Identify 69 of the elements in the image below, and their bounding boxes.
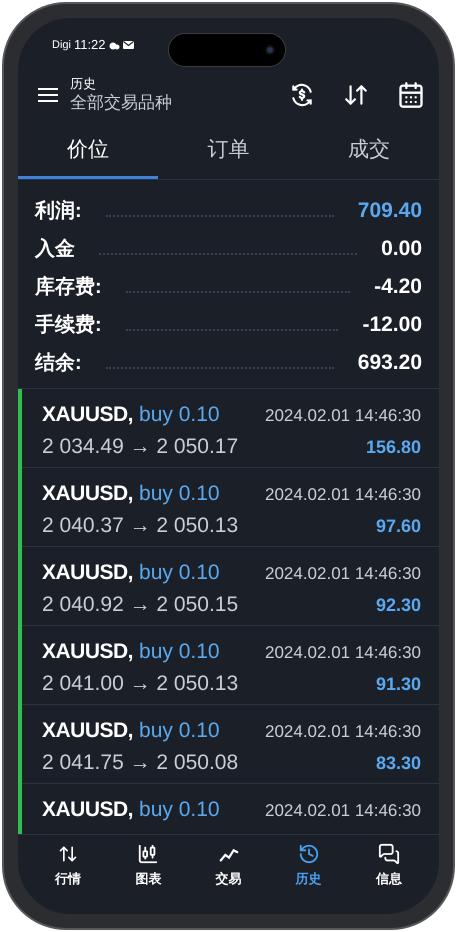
- deal-profit: 91.30: [376, 672, 421, 696]
- summary-label: 入金: [35, 237, 75, 262]
- deal-row[interactable]: XAUUSD, buy 0.10 2024.02.01 14:46:30 2 041.00 → 2 050.13 91.30: [22, 626, 439, 705]
- deal-symbol: XAUUSD,: [42, 402, 134, 428]
- nav-tab[interactable]: 历史: [268, 843, 349, 888]
- mail-icon: [122, 41, 134, 49]
- header-subtitle: 全部交易品种: [70, 92, 173, 114]
- history-icon: [298, 843, 320, 865]
- deal-symbol: XAUUSD,: [42, 639, 134, 665]
- deal-side: buy 0.10: [139, 797, 221, 823]
- deal-row[interactable]: XAUUSD, buy 0.10 2024.02.01 14:46:30: [22, 784, 439, 834]
- sort-button[interactable]: [343, 82, 369, 108]
- menu-button[interactable]: [38, 87, 58, 103]
- arrows-icon: [58, 844, 78, 864]
- summary-label: 结余:: [35, 351, 82, 376]
- deal-prices: 2 041.00 → 2 050.13: [42, 670, 240, 696]
- summary-label: 手续费:: [35, 313, 102, 338]
- deal-time: 2024.02.01 14:46:30: [265, 405, 421, 427]
- deal-profit: 97.60: [376, 514, 421, 538]
- deal-row[interactable]: XAUUSD, buy 0.10 2024.02.01 14:46:30 2 040.92 → 2 050.15 92.30: [22, 547, 439, 626]
- summary-value: -4.20: [374, 274, 422, 300]
- calendar-button[interactable]: [397, 81, 425, 109]
- camera-lens: [265, 45, 275, 55]
- deal-prices: 2 034.49 → 2 050.17: [42, 434, 240, 460]
- summary-value: 693.20: [358, 350, 422, 376]
- summary-value: 0.00: [381, 236, 422, 262]
- tab[interactable]: 订单: [158, 124, 299, 179]
- deal-prices: 2 040.37 → 2 050.13: [42, 512, 240, 538]
- deal-prices: 2 041.75 → 2 050.08: [42, 750, 240, 776]
- summary-value: -12.00: [362, 312, 422, 338]
- deal-side: buy 0.10: [139, 718, 221, 744]
- deal-row[interactable]: XAUUSD, buy 0.10 2024.02.01 14:46:30 2 034.49 → 2 050.17 156.80: [22, 389, 439, 468]
- deal-row[interactable]: XAUUSD, buy 0.10 2024.02.01 14:46:30 2 040.37 → 2 050.13 97.60: [22, 468, 439, 547]
- deal-side: buy 0.10: [139, 639, 221, 665]
- sort-icon: [343, 82, 369, 108]
- cloud-icon: [108, 40, 120, 50]
- deal-time: 2024.02.01 14:46:30: [265, 721, 421, 743]
- summary-value: 709.40: [358, 198, 422, 224]
- tab[interactable]: 成交: [298, 124, 439, 179]
- menu-icon: [38, 87, 58, 103]
- carrier-name: Digi: [52, 38, 71, 53]
- candlestick-icon: [137, 843, 160, 865]
- tab[interactable]: 价位: [18, 124, 158, 179]
- deal-symbol: XAUUSD,: [42, 481, 134, 507]
- summary-label: 利润:: [35, 198, 82, 224]
- deal-symbol: XAUUSD,: [42, 560, 134, 586]
- deal-time: 2024.02.01 14:46:30: [265, 642, 421, 664]
- deal-side: buy 0.10: [139, 560, 221, 586]
- deal-row[interactable]: XAUUSD, buy 0.10 2024.02.01 14:46:30 2 041.75 → 2 050.08 83.30: [22, 705, 439, 784]
- nav-tab[interactable]: 交易: [188, 843, 269, 888]
- nav-tab[interactable]: 行情: [28, 843, 108, 888]
- calendar-icon: [397, 81, 425, 109]
- deal-side: buy 0.10: [139, 402, 221, 428]
- deal-prices: 2 040.92 → 2 050.15: [42, 592, 240, 618]
- summary-label: 库存费:: [35, 274, 102, 300]
- deal-symbol: XAUUSD,: [42, 718, 134, 744]
- deal-time: 2024.02.01 14:46:30: [265, 800, 421, 822]
- nav-tab[interactable]: 图表: [108, 843, 188, 888]
- deal-time: 2024.02.01 14:46:30: [265, 563, 421, 585]
- header-title: 历史: [70, 76, 97, 92]
- deal-symbol: XAUUSD,: [42, 797, 134, 823]
- deal-side: buy 0.10: [139, 481, 221, 507]
- nav-tab[interactable]: 信息: [348, 843, 430, 888]
- messages-icon: [378, 843, 400, 865]
- deal-time: 2024.02.01 14:46:30: [265, 484, 421, 506]
- deal-profit: 156.80: [366, 436, 421, 458]
- clock-time: 11:22: [74, 36, 106, 54]
- deal-profit: 83.30: [376, 752, 421, 774]
- deal-profit: 92.30: [376, 594, 421, 616]
